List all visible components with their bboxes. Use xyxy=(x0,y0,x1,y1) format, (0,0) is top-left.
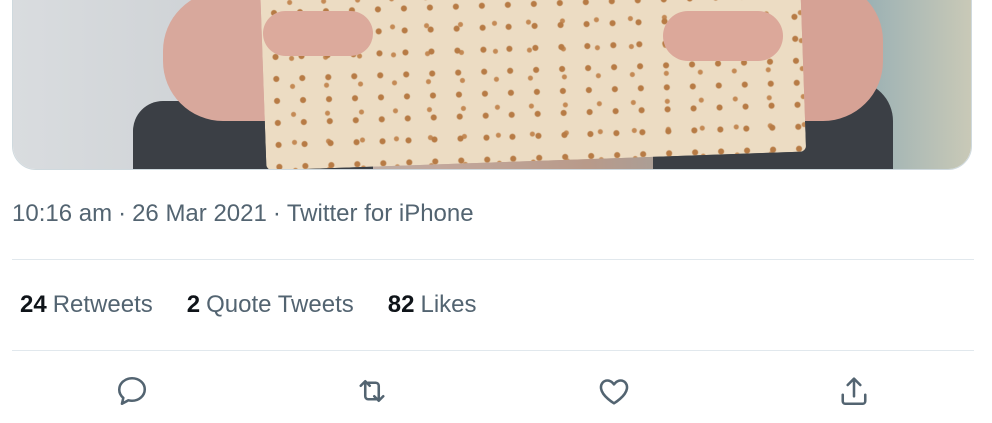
divider xyxy=(12,350,974,351)
photo-thumb-left xyxy=(263,11,373,56)
quote-tweets-stat[interactable]: 2 Quote Tweets xyxy=(187,291,354,319)
like-icon xyxy=(599,379,629,405)
likes-label: Likes xyxy=(420,291,477,318)
photo-thumb-right xyxy=(663,11,783,61)
like-button[interactable] xyxy=(589,366,639,416)
divider xyxy=(12,259,974,260)
likes-stat[interactable]: 82 Likes xyxy=(388,291,477,319)
tweet-media[interactable] xyxy=(12,0,972,170)
reply-button[interactable] xyxy=(107,366,157,416)
reply-icon xyxy=(117,376,147,406)
tweet-stats: 24 Retweets 2 Quote Tweets 82 Likes xyxy=(20,291,477,319)
share-button[interactable] xyxy=(829,366,879,416)
tweet-date[interactable]: 26 Mar 2021 xyxy=(132,200,267,227)
retweets-stat[interactable]: 24 Retweets xyxy=(20,291,153,319)
meta-separator: · xyxy=(272,200,281,227)
tweet-meta: 10:16 am · 26 Mar 2021 · Twitter for iPhone xyxy=(12,200,474,228)
tweet-detail: 10:16 am · 26 Mar 2021 · Twitter for iPhone … xyxy=(0,0,992,423)
quote-tweets-count: 2 xyxy=(186,291,201,318)
meta-separator: · xyxy=(118,200,127,227)
retweets-label: Retweets xyxy=(52,291,153,318)
quote-tweets-label: Quote Tweets xyxy=(206,291,354,318)
tweet-photo[interactable] xyxy=(13,0,971,169)
share-icon xyxy=(841,377,867,406)
retweet-icon xyxy=(359,379,385,403)
tweet-time[interactable]: 10:16 am xyxy=(12,200,112,227)
tweet-source[interactable]: Twitter for iPhone xyxy=(287,200,474,227)
tweet-actions xyxy=(0,366,992,416)
likes-count: 82 xyxy=(387,291,415,318)
retweets-count: 24 xyxy=(20,291,47,318)
retweet-button[interactable] xyxy=(347,366,397,416)
